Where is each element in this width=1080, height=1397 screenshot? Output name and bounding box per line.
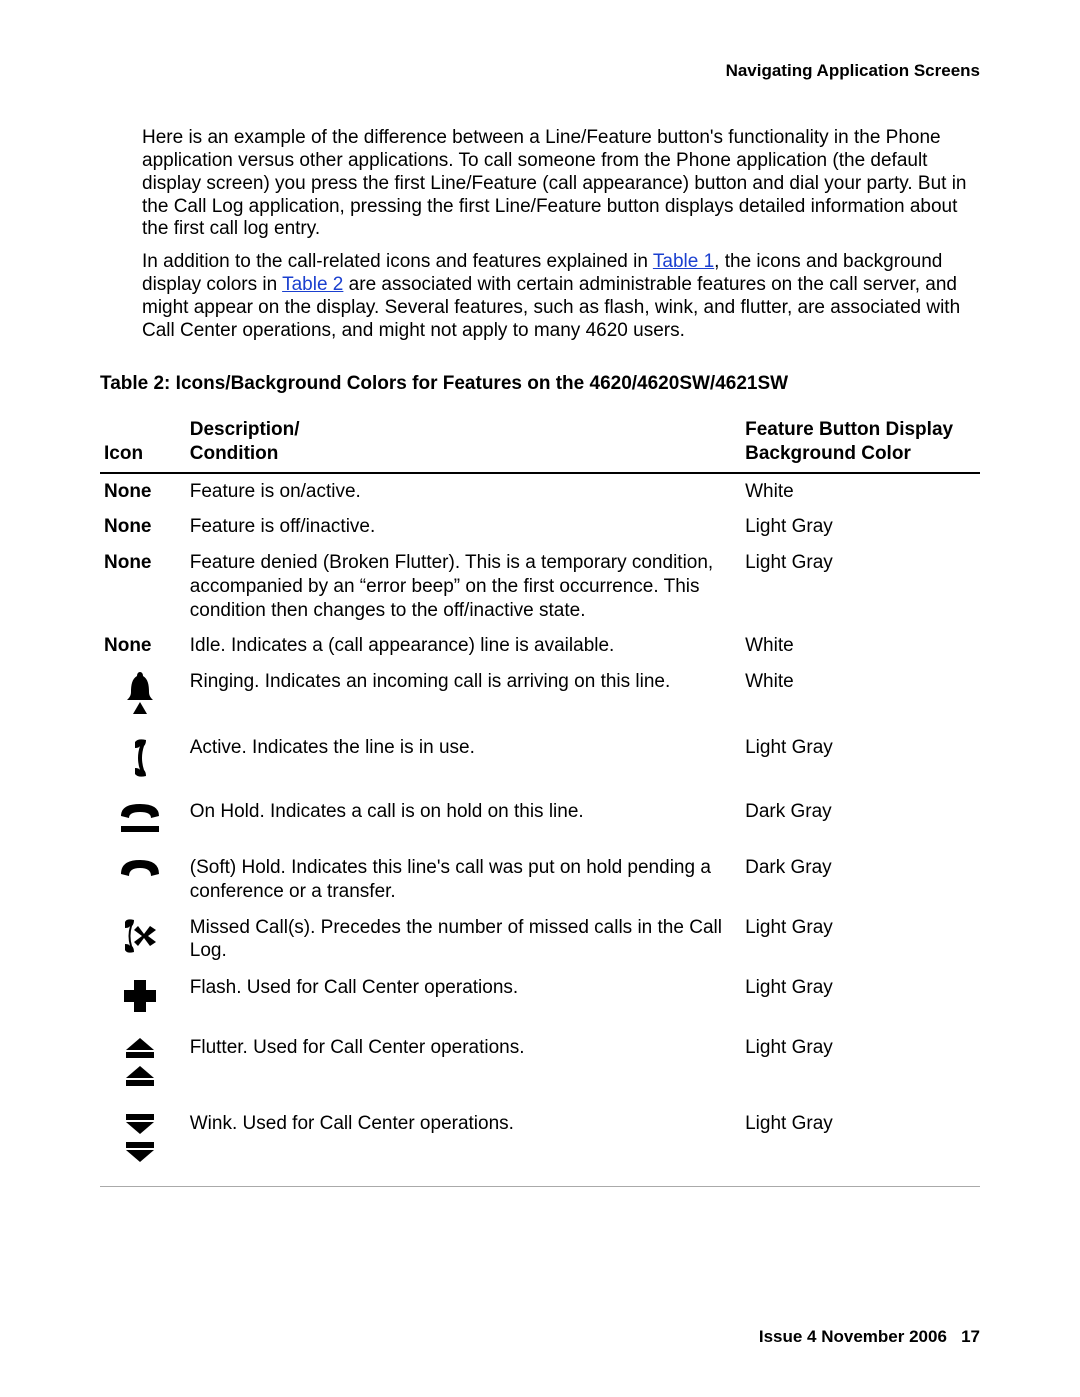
soft-hold-icon	[117, 856, 163, 880]
intro-paragraph-2: In addition to the call-related icons an…	[142, 251, 980, 342]
th-description-l2: Condition	[190, 443, 279, 464]
cell-icon	[100, 850, 186, 910]
cell-bgcolor: Light Gray	[741, 509, 980, 545]
cell-description: Feature is on/active.	[186, 473, 741, 510]
th-bgcolor: Feature Button Display Background Color	[741, 414, 980, 473]
cell-bgcolor: White	[741, 628, 980, 664]
table-row: Wink. Used for Call Center operations.Li…	[100, 1106, 980, 1182]
table-row: NoneFeature denied (Broken Flutter). Thi…	[100, 545, 980, 628]
table-row: Flutter. Used for Call Center operations…	[100, 1030, 980, 1106]
link-table-1[interactable]: Table 1	[653, 251, 714, 272]
th-bgcolor-l1: Feature Button Display	[745, 419, 953, 440]
th-description-l1: Description/	[190, 419, 300, 440]
flutter-icon	[120, 1036, 160, 1092]
table-row: Missed Call(s). Precedes the number of m…	[100, 910, 980, 970]
cell-description: Idle. Indicates a (call appearance) line…	[186, 628, 741, 664]
cell-icon	[100, 664, 186, 730]
cell-icon	[100, 794, 186, 850]
cell-bgcolor: Light Gray	[741, 730, 980, 794]
cell-description: Active. Indicates the line is in use.	[186, 730, 741, 794]
cell-icon: None	[100, 509, 186, 545]
footer-page: 17	[961, 1327, 980, 1346]
cell-icon: None	[100, 628, 186, 664]
cell-bgcolor: Light Gray	[741, 545, 980, 628]
feature-table: Icon Description/ Condition Feature Butt…	[100, 414, 980, 1182]
cell-bgcolor: Light Gray	[741, 1030, 980, 1106]
th-description: Description/ Condition	[186, 414, 741, 473]
cell-description: Wink. Used for Call Center operations.	[186, 1106, 741, 1182]
cell-icon	[100, 1030, 186, 1106]
intro-paragraph-1: Here is an example of the difference bet…	[142, 127, 980, 241]
footer-issue: Issue 4 November 2006	[759, 1327, 947, 1346]
cell-bgcolor: Light Gray	[741, 1106, 980, 1182]
cell-bgcolor: White	[741, 664, 980, 730]
table-row: Active. Indicates the line is in use.Lig…	[100, 730, 980, 794]
p2-text-pre: In addition to the call-related icons an…	[142, 251, 653, 272]
cell-bgcolor: Dark Gray	[741, 850, 980, 910]
table-row: Ringing. Indicates an incoming call is a…	[100, 664, 980, 730]
handset-icon	[128, 736, 152, 780]
cell-description: Flash. Used for Call Center operations.	[186, 970, 741, 1030]
page: Navigating Application Screens Here is a…	[0, 0, 1080, 1397]
cell-icon: None	[100, 473, 186, 510]
cell-description: Feature is off/inactive.	[186, 509, 741, 545]
cell-description: On Hold. Indicates a call is on hold on …	[186, 794, 741, 850]
page-footer: Issue 4 November 2006 17	[759, 1326, 980, 1347]
cell-description: (Soft) Hold. Indicates this line's call …	[186, 850, 741, 910]
th-icon: Icon	[100, 414, 186, 473]
cell-description: Missed Call(s). Precedes the number of m…	[186, 910, 741, 970]
wink-icon	[120, 1112, 160, 1168]
cell-icon	[100, 1106, 186, 1182]
cell-description: Flutter. Used for Call Center operations…	[186, 1030, 741, 1106]
cell-bgcolor: Light Gray	[741, 970, 980, 1030]
link-table-2[interactable]: Table 2	[282, 274, 343, 295]
bell-icon	[125, 670, 155, 716]
table-caption-prefix: Table 2:	[100, 373, 170, 394]
cell-icon	[100, 970, 186, 1030]
table-row: NoneFeature is off/inactive.Light Gray	[100, 509, 980, 545]
table-row: NoneFeature is on/active.White	[100, 473, 980, 510]
cell-bgcolor: White	[741, 473, 980, 510]
page-header: Navigating Application Screens	[100, 60, 980, 81]
cell-bgcolor: Light Gray	[741, 910, 980, 970]
flash-icon	[120, 976, 160, 1016]
table-row: Flash. Used for Call Center operations.L…	[100, 970, 980, 1030]
cell-icon	[100, 730, 186, 794]
cell-bgcolor: Dark Gray	[741, 794, 980, 850]
th-bgcolor-l2: Background Color	[745, 443, 911, 464]
table-row: (Soft) Hold. Indicates this line's call …	[100, 850, 980, 910]
table-caption-text: Icons/Background Colors for Features on …	[170, 373, 788, 394]
hold-icon	[117, 800, 163, 836]
cell-icon	[100, 910, 186, 970]
cell-description: Feature denied (Broken Flutter). This is…	[186, 545, 741, 628]
table-row: On Hold. Indicates a call is on hold on …	[100, 794, 980, 850]
table-row: NoneIdle. Indicates a (call appearance) …	[100, 628, 980, 664]
cell-icon: None	[100, 545, 186, 628]
table-header-row: Icon Description/ Condition Feature Butt…	[100, 414, 980, 473]
missed-call-icon	[120, 916, 160, 956]
cell-description: Ringing. Indicates an incoming call is a…	[186, 664, 741, 730]
table-caption: Table 2: Icons/Background Colors for Fea…	[100, 372, 980, 396]
table-bottom-rule	[100, 1186, 980, 1187]
